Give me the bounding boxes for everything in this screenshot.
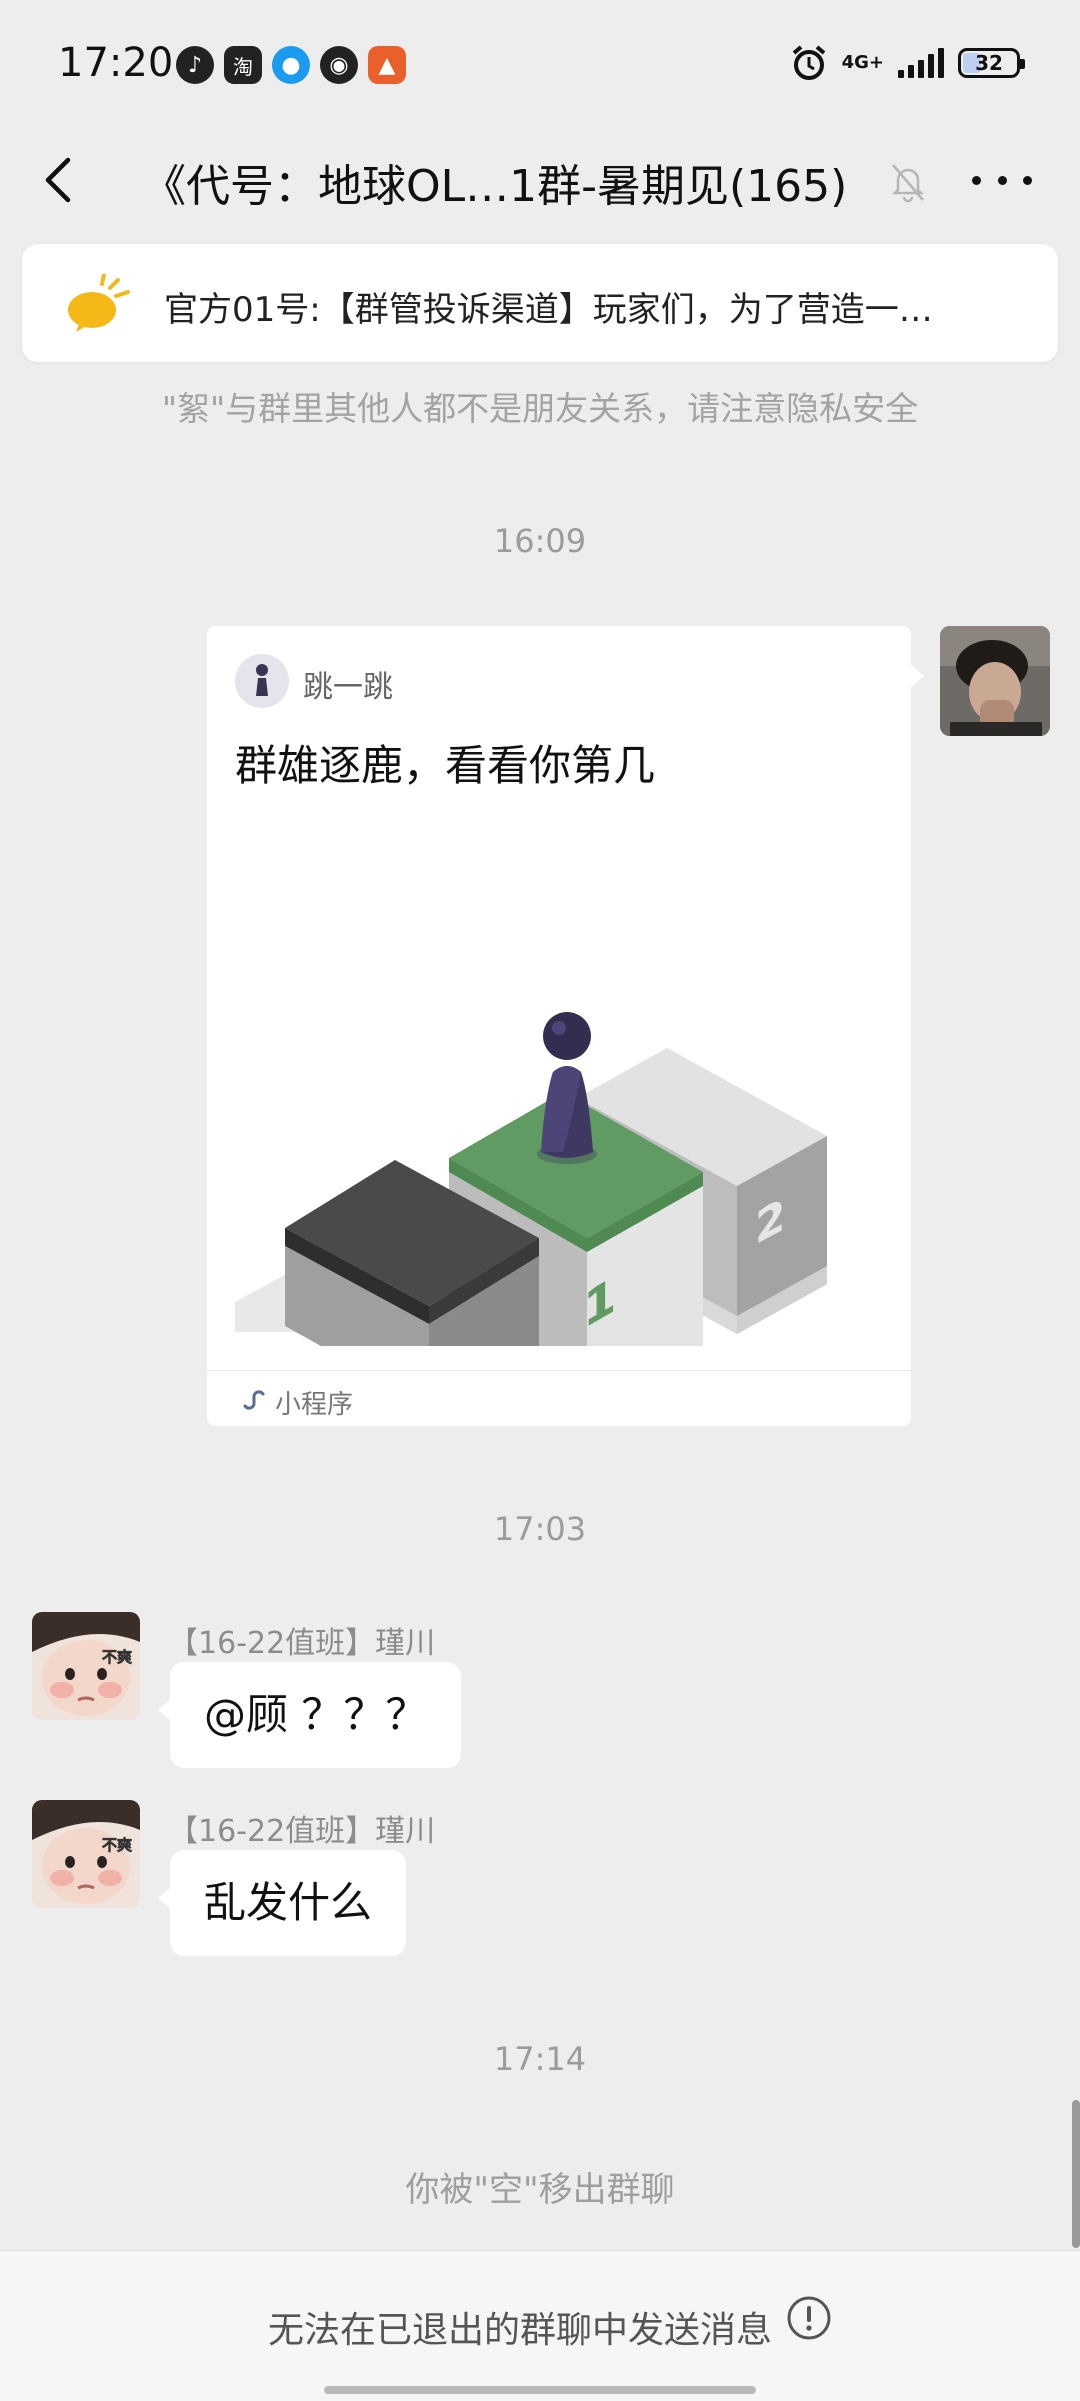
chat-title[interactable]: 《代号：地球OL…1群-暑期见(165): [142, 150, 862, 214]
sender-name: 【16-22值班】瑾川: [168, 1626, 436, 1661]
scrollbar[interactable]: [1072, 2100, 1080, 2248]
app-icon: ▲: [368, 46, 406, 84]
mini-program-logo: [235, 654, 289, 708]
timestamp: 17:03: [493, 1510, 587, 1548]
announcement-icon: [68, 274, 130, 332]
info-icon[interactable]: [786, 2295, 832, 2341]
user-photo: [940, 626, 1050, 736]
avatar[interactable]: [940, 626, 1050, 736]
status-time: 17:20: [58, 40, 174, 86]
bubble-tail: [910, 664, 924, 688]
timestamp: 16:09: [493, 522, 587, 560]
mini-program-card[interactable]: 跳一跳 群雄逐鹿，看看你第几 2 1 3: [207, 626, 911, 1426]
sticker-avatar: 不爽: [32, 1800, 140, 1908]
podium-image: 2 1 3: [235, 1012, 827, 1346]
mini-program-name: 跳一跳: [303, 670, 393, 705]
sticker-avatar: 不爽: [32, 1612, 140, 1720]
home-indicator[interactable]: [324, 2386, 756, 2394]
qq-icon: ●: [272, 46, 310, 84]
input-disabled-bar: 无法在已退出的群聊中发送消息: [0, 2250, 1080, 2401]
sticker-caption: 不爽: [102, 1648, 132, 1666]
chat-header: 《代号：地球OL…1群-暑期见(165): [0, 130, 1080, 230]
message-bubble[interactable]: @顾 ？？？: [170, 1662, 462, 1768]
battery-icon: 32: [958, 48, 1025, 78]
tiktok-icon: ♪: [176, 46, 214, 84]
taobao-icon: 淘: [224, 46, 262, 84]
back-icon[interactable]: [38, 152, 82, 208]
weibo-icon: ◉: [320, 46, 358, 84]
mini-program-icon: [243, 1390, 265, 1410]
footer-message: 无法在已退出的群聊中发送消息: [267, 2310, 772, 2351]
card-divider: [207, 1370, 911, 1371]
privacy-notice: "絮"与群里其他人都不是朋友关系，请注意隐私安全: [161, 389, 919, 428]
network-type: 4G+: [841, 52, 884, 73]
group-announcement[interactable]: 官方01号:【群管投诉渠道】玩家们，为了营造一…: [22, 244, 1058, 362]
avatar[interactable]: 不爽: [32, 1800, 140, 1908]
sender-name: 【16-22值班】瑾川: [168, 1814, 436, 1849]
card-type-label: 小程序: [275, 1390, 354, 1420]
avatar[interactable]: 不爽: [32, 1612, 140, 1720]
sticker-caption: 不爽: [102, 1836, 132, 1854]
announcement-text: 官方01号:【群管投诉渠道】玩家们，为了营造一…: [164, 290, 933, 330]
removed-notice: 你被"空"移出群聊: [405, 2170, 675, 2210]
timestamp: 17:14: [493, 2040, 587, 2078]
card-title: 群雄逐鹿，看看你第几: [235, 741, 656, 790]
notification-icons: ♪ 淘 ● ◉ ▲: [176, 46, 406, 84]
battery-level: 32: [975, 51, 1003, 75]
signal-icon: [898, 48, 944, 78]
system-status: 4G+ 32: [790, 44, 1025, 82]
status-bar: 17:20 ♪ 淘 ● ◉ ▲ 4G+ 32: [0, 0, 1080, 130]
mute-bell-icon: [891, 164, 925, 203]
more-icon[interactable]: [972, 170, 1032, 190]
message-bubble[interactable]: 乱发什么: [170, 1850, 407, 1956]
alarm-icon: [792, 45, 825, 80]
